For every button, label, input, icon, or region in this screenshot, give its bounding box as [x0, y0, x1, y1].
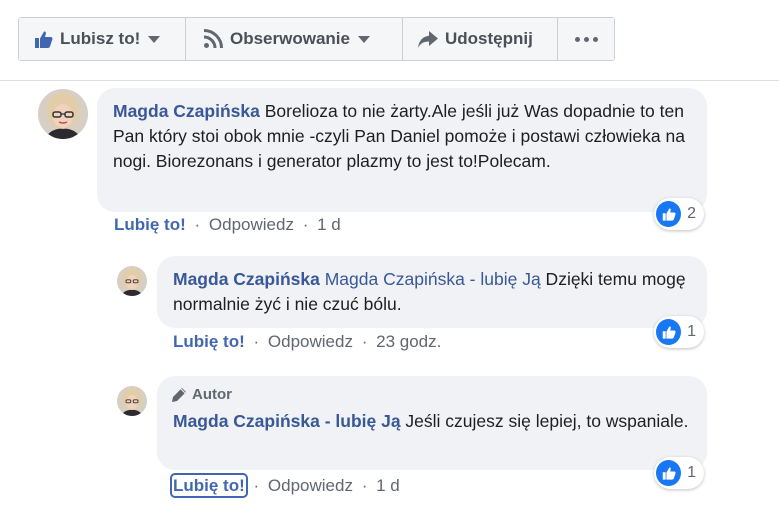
- mention-link[interactable]: Magda Czapińska - lubię Ją: [325, 269, 541, 289]
- comment-text: Jeśli czujesz się lepiej, to wspaniale.: [400, 411, 689, 431]
- comment-actions: Lubię to! · Odpowiedz · 23 godz.: [173, 332, 442, 351]
- comment-timestamp[interactable]: 1 d: [376, 476, 400, 495]
- avatar[interactable]: [38, 89, 88, 139]
- more-options-button[interactable]: [558, 18, 614, 60]
- reaction-count[interactable]: 2: [654, 198, 704, 230]
- comment-bubble: Magda Czapińska Borelioza to nie żarty.A…: [97, 88, 707, 212]
- more-dots-icon: [574, 36, 598, 42]
- like-button-label: Lubisz to!: [60, 29, 141, 48]
- rss-icon: [203, 29, 223, 49]
- comment-author[interactable]: Magda Czapińska: [113, 101, 260, 121]
- comment-author[interactable]: Magda Czapińska: [173, 269, 320, 289]
- reply-link[interactable]: Odpowiedz: [268, 476, 353, 495]
- reaction-count-value: 1: [687, 323, 696, 340]
- post-action-toolbar: Lubisz to! Obserwowanie Udostępnij: [18, 17, 615, 61]
- reply-link[interactable]: Odpowiedz: [209, 215, 294, 234]
- pen-icon: [171, 387, 187, 403]
- comment-author[interactable]: Magda Czapińska - lubię Ją: [173, 411, 401, 431]
- follow-button-label: Obserwowanie: [230, 29, 350, 48]
- comment-timestamp[interactable]: 1 d: [317, 215, 341, 234]
- reply-bubble: Magda Czapińska Magda Czapińska - lubię …: [157, 256, 707, 328]
- comment-actions: Lubię to! · Odpowiedz · 1 d: [170, 473, 400, 498]
- comment-timestamp[interactable]: 23 godz.: [376, 332, 441, 351]
- reaction-count-value: 1: [687, 464, 696, 481]
- share-button-label: Udostępnij: [445, 29, 533, 48]
- share-button[interactable]: Udostępnij: [403, 18, 558, 60]
- like-button[interactable]: Lubisz to!: [19, 18, 186, 60]
- avatar[interactable]: [117, 266, 147, 296]
- comment-actions: Lubię to! · Odpowiedz · 1 d: [114, 215, 341, 234]
- like-link[interactable]: Lubię to!: [114, 215, 186, 234]
- like-reaction-icon: [656, 460, 682, 486]
- reply-bubble: Autor Magda Czapińska - lubię Ją Jeśli c…: [157, 376, 707, 470]
- avatar[interactable]: [117, 386, 147, 416]
- divider: [0, 80, 779, 81]
- like-reaction-icon: [656, 319, 682, 345]
- reply-link[interactable]: Odpowiedz: [268, 332, 353, 351]
- like-link[interactable]: Lubię to!: [170, 473, 248, 498]
- chevron-down-icon: [357, 35, 370, 43]
- like-reaction-icon: [656, 201, 682, 227]
- reaction-count[interactable]: 1: [654, 457, 704, 489]
- chevron-down-icon: [148, 35, 161, 43]
- author-badge-label: Autor: [192, 386, 232, 403]
- author-badge: Autor: [171, 382, 691, 407]
- thumbs-up-icon: [34, 30, 53, 48]
- follow-button[interactable]: Obserwowanie: [186, 18, 403, 60]
- like-link[interactable]: Lubię to!: [173, 332, 245, 351]
- share-arrow-icon: [418, 30, 438, 48]
- reaction-count[interactable]: 1: [654, 316, 704, 348]
- reaction-count-value: 2: [687, 205, 696, 222]
